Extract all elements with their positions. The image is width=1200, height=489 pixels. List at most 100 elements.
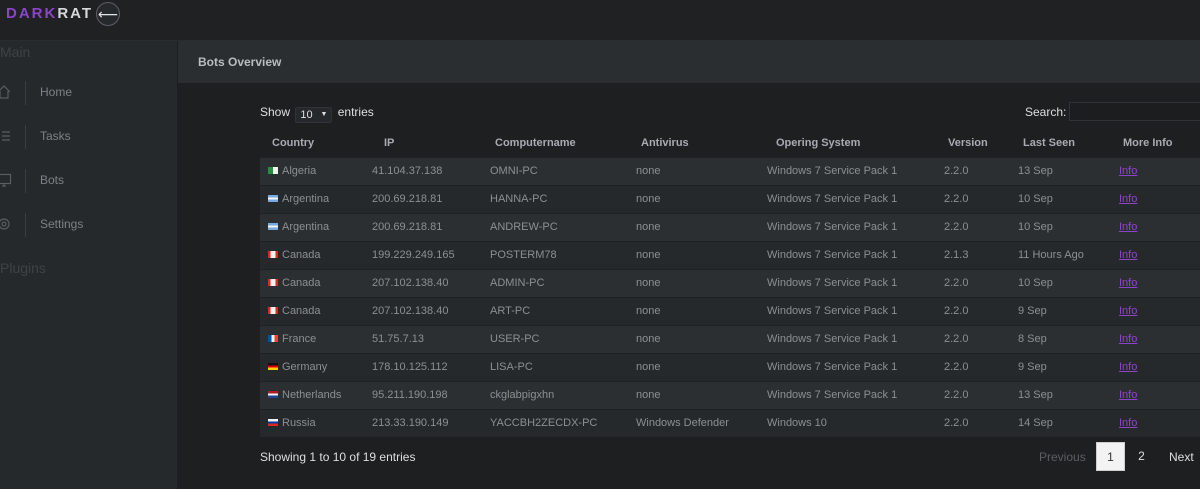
cell-country: Argentina (260, 184, 372, 213)
column-header-more-info[interactable]: More Info (1119, 129, 1200, 157)
top-bar: DARKRAT ⟵ (0, 0, 1200, 41)
pagination-page-1[interactable]: 1 (1096, 442, 1125, 471)
column-header-antivirus[interactable]: Antivirus (636, 129, 767, 157)
tasks-icon (0, 128, 14, 146)
brand-logo-dark: DARK (6, 5, 58, 22)
cell-ip: 199.229.249.165 (372, 240, 490, 269)
cell-ip: 213.33.190.149 (372, 408, 490, 437)
entries-summary: Showing 1 to 10 of 19 entries (260, 450, 416, 464)
cell-more-info: Info (1119, 212, 1200, 241)
cell-antivirus: none (636, 380, 767, 409)
sidebar-separator (25, 169, 26, 193)
info-link[interactable]: Info (1119, 277, 1137, 289)
sidebar-item-home[interactable]: Home (0, 79, 178, 109)
cell-computername: USER-PC (490, 324, 636, 353)
cell-ip: 207.102.138.40 (372, 268, 490, 297)
info-link[interactable]: Info (1119, 305, 1137, 317)
sidebar-section-main: Main (0, 44, 31, 60)
cell-country: France (260, 324, 372, 353)
table-row[interactable]: France 51.75.7.13 USER-PC none Windows 7 Ser… (260, 324, 1200, 353)
cell-version: 2.2.0 (944, 184, 1018, 213)
cell-ip: 51.75.7.13 (372, 324, 490, 353)
column-header-computername[interactable]: Computername (490, 129, 636, 157)
cell-antivirus: none (636, 156, 767, 185)
column-header-version[interactable]: Version (944, 129, 1018, 157)
table-row[interactable]: Canada 199.229.249.165 POSTERM78 none Window… (260, 240, 1200, 269)
cell-ip: 178.10.125.112 (372, 352, 490, 381)
cell-more-info: Info (1119, 268, 1200, 297)
table-row[interactable]: Canada 207.102.138.40 ADMIN-PC none Windows … (260, 268, 1200, 297)
sidebar-item-settings[interactable]: Settings (0, 211, 178, 241)
cell-last-seen: 10 Sep (1018, 184, 1119, 213)
cell-ip: 95.211.190.198 (372, 380, 490, 409)
column-header-os[interactable]: Opering System (767, 129, 944, 157)
column-header-ip[interactable]: IP (372, 129, 490, 157)
table-header-row: Country IP Computername Antivirus Operin… (260, 129, 1200, 157)
sidebar-separator (25, 213, 26, 237)
cell-antivirus: none (636, 324, 767, 353)
canada-flag-icon (268, 307, 278, 314)
cell-last-seen: 14 Sep (1018, 408, 1119, 437)
table-row[interactable]: Netherlands 95.211.190.198 ckglabpigxhn non… (260, 380, 1200, 409)
cell-version: 2.2.0 (944, 408, 1018, 437)
cell-computername: HANNA-PC (490, 184, 636, 213)
info-link[interactable]: Info (1119, 389, 1137, 401)
cell-antivirus: none (636, 268, 767, 297)
column-header-last-seen[interactable]: Last Seen (1018, 129, 1119, 157)
cell-computername: OMNI-PC (490, 156, 636, 185)
cell-os: Windows 7 Service Pack 1 (767, 184, 944, 213)
sidebar-item-tasks[interactable]: Tasks (0, 123, 178, 153)
table-row[interactable]: Argentina 200.69.218.81 ANDREW-PC none Windo… (260, 212, 1200, 241)
info-link[interactable]: Info (1119, 333, 1137, 345)
content-header: Bots Overview (178, 41, 1200, 83)
cell-country: Canada (260, 268, 372, 297)
search-input[interactable] (1069, 102, 1200, 121)
info-link[interactable]: Info (1119, 249, 1137, 261)
cell-version: 2.2.0 (944, 380, 1018, 409)
info-link[interactable]: Info (1119, 165, 1137, 177)
info-link[interactable]: Info (1119, 417, 1137, 429)
cell-computername: ADMIN-PC (490, 268, 636, 297)
country-name: Netherlands (282, 389, 342, 401)
brand-logo[interactable]: DARKRAT (6, 5, 93, 22)
cell-os: Windows 7 Service Pack 1 (767, 324, 944, 353)
cell-computername: YACCBH2ZECDX-PC (490, 408, 636, 437)
sidebar-section-plugins: Plugins (0, 260, 46, 276)
cell-country: Argentina (260, 212, 372, 241)
country-name: Canada (282, 277, 321, 289)
pagination-next[interactable]: Next (1169, 450, 1194, 464)
country-name: Argentina (282, 193, 330, 205)
cell-os: Windows 7 Service Pack 1 (767, 212, 944, 241)
cell-country: Russia (260, 408, 372, 437)
table-row[interactable]: Russia 213.33.190.149 YACCBH2ZECDX-PC Windo… (260, 408, 1200, 437)
info-link[interactable]: Info (1119, 193, 1137, 205)
cell-more-info: Info (1119, 156, 1200, 185)
show-entries-control: Show 10 ▼ entries (260, 105, 374, 123)
table-row[interactable]: Germany 178.10.125.112 LISA-PC none Windows … (260, 352, 1200, 381)
pagination-page-2[interactable]: 2 (1127, 442, 1156, 471)
table-row[interactable]: Canada 207.102.138.40 ART-PC none Windows 7 … (260, 296, 1200, 325)
back-button[interactable]: ⟵ (96, 2, 120, 26)
cell-computername: POSTERM78 (490, 240, 636, 269)
cell-version: 2.1.3 (944, 240, 1018, 269)
cell-version: 2.2.0 (944, 296, 1018, 325)
cell-last-seen: 9 Sep (1018, 352, 1119, 381)
table-row[interactable]: Argentina 200.69.218.81 HANNA-PC none Window… (260, 184, 1200, 213)
info-link[interactable]: Info (1119, 361, 1137, 373)
cell-version: 2.2.0 (944, 324, 1018, 353)
table-row[interactable]: Algeria 41.104.37.138 OMNI-PC none Windows 7… (260, 156, 1200, 185)
country-name: Canada (282, 249, 321, 261)
russia-flag-icon (268, 419, 278, 427)
column-header-country[interactable]: Country (260, 129, 372, 157)
cell-os: Windows 10 (767, 408, 944, 437)
cell-computername: ART-PC (490, 296, 636, 325)
info-link[interactable]: Info (1119, 221, 1137, 233)
cell-version: 2.2.0 (944, 212, 1018, 241)
sidebar-item-bots[interactable]: Bots (0, 167, 178, 197)
entries-select[interactable]: 10 ▼ (295, 107, 333, 123)
cell-more-info: Info (1119, 240, 1200, 269)
cell-last-seen: 13 Sep (1018, 156, 1119, 185)
cell-version: 2.2.0 (944, 156, 1018, 185)
cell-country: Canada (260, 296, 372, 325)
pagination-previous[interactable]: Previous (1039, 450, 1086, 464)
